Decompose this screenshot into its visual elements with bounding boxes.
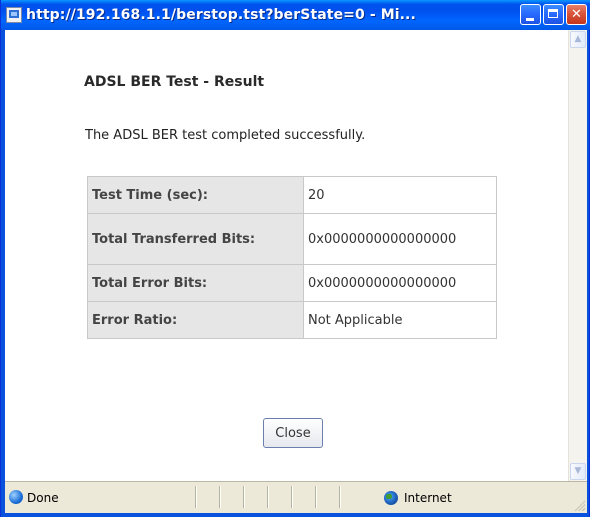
minimize-icon [521,5,540,24]
status-panes [195,486,355,508]
close-icon: ✕ [571,7,582,22]
maximize-icon [544,5,563,24]
close-button[interactable]: Close [263,418,323,448]
maximize-button[interactable] [543,4,564,25]
internet-zone-icon [384,491,398,505]
title-bar[interactable]: http://192.168.1.1/berstop.tst?berState=… [1,0,590,30]
ie-page-icon [9,490,23,504]
status-divider [219,486,220,508]
row-value: Not Applicable [303,301,497,339]
status-divider [339,486,340,508]
row-value: 0x0000000000000000 [303,213,497,265]
row-label: Test Time (sec): [87,176,304,214]
table-row: Error Ratio: Not Applicable [87,301,497,339]
security-zone-label: Internet [404,491,452,505]
client-area: ADSL BER Test - Result The ADSL BER test… [5,30,587,481]
page-title: ADSL BER Test - Result [84,74,265,90]
scroll-down-arrow-icon[interactable]: ▼ [570,463,586,480]
table-row: Total Transferred Bits: 0x00000000000000… [87,213,497,265]
status-divider [315,486,316,508]
status-text: Done [27,491,59,505]
result-message: The ADSL BER test completed successfully… [85,128,366,143]
minimize-button[interactable] [520,4,541,25]
page-content: ADSL BER Test - Result The ADSL BER test… [5,30,568,481]
ie-window-icon [6,7,22,23]
status-divider [291,486,292,508]
status-divider [195,486,196,508]
table-row: Test Time (sec): 20 [87,176,497,214]
resize-grip-icon[interactable] [573,499,585,511]
scroll-up-arrow-icon[interactable]: ▲ [570,31,586,48]
row-label: Error Ratio: [87,301,304,339]
status-bar: Done Internet [5,481,587,513]
row-label: Total Error Bits: [87,264,304,302]
result-table: Test Time (sec): 20 Total Transferred Bi… [87,176,497,339]
window-title: http://192.168.1.1/berstop.tst?berState=… [26,7,416,23]
vertical-scrollbar[interactable]: ▲ ▼ [568,30,587,481]
status-divider [267,486,268,508]
row-label: Total Transferred Bits: [87,213,304,265]
table-row: Total Error Bits: 0x0000000000000000 [87,264,497,302]
browser-popup-window: http://192.168.1.1/berstop.tst?berState=… [0,0,590,517]
status-divider [243,486,244,508]
row-value: 20 [303,176,497,214]
row-value: 0x0000000000000000 [303,264,497,302]
close-window-button[interactable]: ✕ [566,4,587,25]
